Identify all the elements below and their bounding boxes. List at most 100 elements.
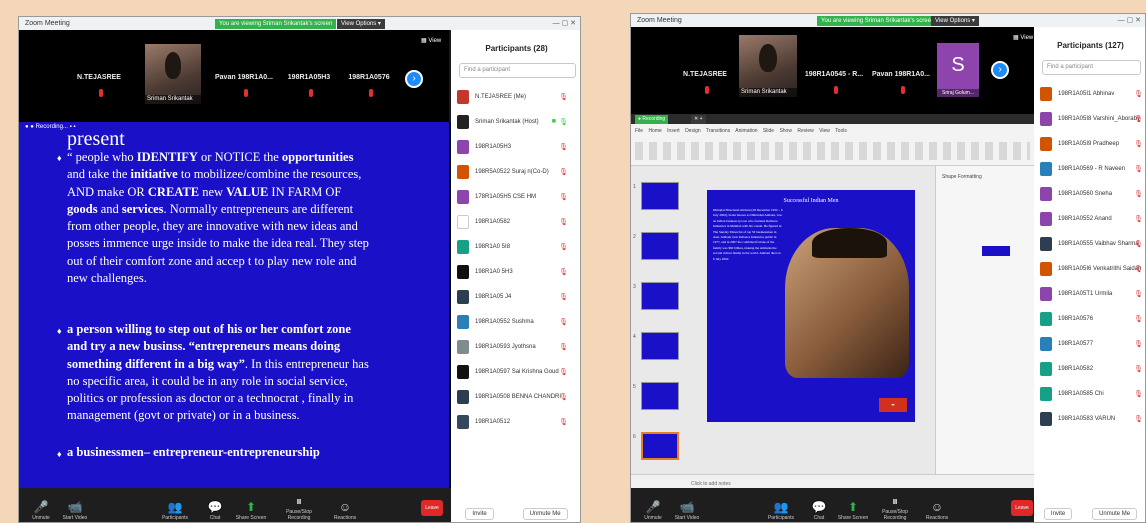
pause-recording-button[interactable]: ⏸ Pause/Stop Recording [279, 493, 319, 521]
participant-row[interactable]: 198R1A05H3 🎙 [451, 134, 580, 159]
slide-thumbnail[interactable] [641, 232, 679, 260]
participant-row[interactable]: 198R1A0582 🎙 [451, 209, 580, 234]
muted-mic-icon[interactable]: 🎙 [1134, 190, 1143, 198]
next-page-arrow-icon[interactable]: › [405, 70, 423, 88]
muted-mic-icon[interactable]: 🎙 [559, 318, 568, 326]
participant-row[interactable]: 198R5A0522 Suraj n(Co-D) 🎙 [451, 159, 580, 184]
muted-mic-icon[interactable]: 🎙 [559, 293, 568, 301]
participant-row[interactable]: 198R1A0 5H3 🎙 [451, 259, 580, 284]
invite-button[interactable]: Invite [1043, 508, 1073, 520]
window-controls[interactable]: — ▢ ✕ [1118, 14, 1141, 27]
mic-icon[interactable]: 🎙 [559, 118, 568, 126]
video-tile-avatar[interactable]: S Sriraj Golum... [937, 43, 979, 97]
slide-thumbnail[interactable] [641, 282, 679, 310]
video-tile[interactable]: Pavan 198R1A0... [211, 50, 277, 105]
reactions-button[interactable]: ☺ Reactions [325, 499, 365, 521]
participant-row[interactable]: 198R1A05T1 Urmila 🎙 [1034, 281, 1145, 306]
participant-row[interactable]: 198R1A0577 🎙 [1034, 331, 1145, 356]
participant-row[interactable]: 178R1A05H5 CSE HM 🎙 [451, 184, 580, 209]
muted-mic-icon[interactable]: 🎙 [1134, 90, 1143, 98]
participant-row[interactable]: 198R1A05I1 Abhinav 🎙 [1034, 81, 1145, 106]
video-tile[interactable]: N.TEJASREE [69, 50, 129, 105]
unmute-me-button[interactable]: Unmute Me [1092, 508, 1138, 520]
participant-row[interactable]: 198R1A0585 Chi 🎙 [1034, 381, 1145, 406]
muted-mic-icon[interactable]: 🎙 [559, 243, 568, 251]
video-tile-active[interactable]: Sriman Srikantak [145, 44, 201, 104]
muted-mic-icon[interactable]: 🎙 [559, 93, 568, 101]
muted-mic-icon[interactable]: 🎙 [559, 368, 568, 376]
ribbon-tools[interactable] [635, 142, 1030, 160]
unmute-me-button[interactable]: Unmute Me [522, 508, 568, 520]
start-video-button[interactable]: 📹 Start Video [667, 499, 707, 521]
ribbon-menu[interactable]: File Home Insert Design Transitions Anim… [635, 128, 847, 134]
muted-mic-icon[interactable]: 🎙 [1134, 365, 1143, 373]
participant-row[interactable]: 198R1A0555 Vaibhav Sharma 🎙 [1034, 231, 1145, 256]
participant-row[interactable]: 198R1A0569 - R Naveen 🎙 [1034, 156, 1145, 181]
participant-row[interactable]: 198R1A05I9 Pradheep 🎙 [1034, 131, 1145, 156]
video-tile[interactable]: Pavan 198R1A0... [869, 47, 933, 102]
participant-row[interactable]: 198R1A0597 Sai Krishna Goud 🎙 [451, 359, 580, 384]
participant-row[interactable]: 198R1A0552 Sushma 🎙 [451, 309, 580, 334]
muted-mic-icon[interactable]: 🎙 [559, 143, 568, 151]
muted-mic-icon[interactable]: 🎙 [1134, 115, 1143, 123]
video-tile[interactable]: 198R1A0576 [339, 50, 399, 105]
next-page-arrow-icon[interactable]: › [991, 61, 1009, 79]
muted-mic-icon[interactable]: 🎙 [1134, 390, 1143, 398]
muted-mic-icon[interactable]: 🎙 [559, 193, 568, 201]
muted-mic-icon[interactable]: 🎙 [1134, 315, 1143, 323]
muted-mic-icon[interactable]: 🎙 [559, 418, 568, 426]
muted-mic-icon[interactable]: 🎙 [1134, 340, 1143, 348]
participant-row[interactable]: 198R1A05I6 Venkatrithi Saidan 🎙 [1034, 256, 1145, 281]
slide-thumbnail-selected[interactable] [641, 432, 679, 460]
muted-mic-icon[interactable]: 🎙 [1134, 240, 1143, 248]
participant-row[interactable]: 198R1A0508 BENNA CHANDRI 🎙 [451, 384, 580, 409]
muted-mic-icon[interactable]: 🎙 [559, 168, 568, 176]
muted-mic-icon[interactable]: 🎙 [1134, 290, 1143, 298]
participant-row[interactable]: 198R1A0560 Sneha 🎙 [1034, 181, 1145, 206]
participant-row[interactable]: N.TEJASREE (Me) 🎙 [451, 84, 580, 109]
share-screen-button[interactable]: ⬆ Share Screen [231, 499, 271, 521]
view-button[interactable]: ▦ View [421, 37, 441, 44]
find-participant-input[interactable]: Find a participant [459, 63, 576, 78]
muted-mic-icon[interactable]: 🎙 [1134, 165, 1143, 173]
slide-thumbnail[interactable] [641, 332, 679, 360]
chat-button[interactable]: 💬 Chat [195, 499, 235, 521]
muted-mic-icon[interactable]: 🎙 [559, 343, 568, 351]
find-participant-input[interactable]: Find a participant [1042, 60, 1141, 75]
leave-button[interactable]: Leave [1011, 500, 1033, 516]
muted-mic-icon[interactable]: 🎙 [1134, 140, 1143, 148]
video-tile-active[interactable]: Sriman Srikantak [739, 35, 797, 97]
muted-mic-icon[interactable]: 🎙 [1134, 215, 1143, 223]
share-screen-button[interactable]: ⬆ Share Screen [833, 499, 873, 521]
pause-recording-button[interactable]: ⏸ Pause/Stop Recording [875, 493, 915, 521]
participants-button[interactable]: 👥 Participants [761, 499, 801, 521]
notes-placeholder[interactable]: Click to add notes [691, 481, 731, 487]
leave-button[interactable]: Leave [421, 500, 443, 516]
document-tab[interactable]: ✕ + [691, 115, 706, 124]
window-controls[interactable]: — ▢ ✕ [553, 17, 576, 30]
invite-button[interactable]: Invite [465, 508, 494, 520]
participants-button[interactable]: 👥 Participants [155, 499, 195, 521]
participant-row[interactable]: 198R1A0 5I8 🎙 [451, 234, 580, 259]
participant-row[interactable]: 198R1A0552 Anand 🎙 [1034, 206, 1145, 231]
start-video-button[interactable]: 📹 Start Video [55, 499, 95, 521]
participant-row[interactable]: 198R1A0512 🎙 [451, 409, 580, 434]
muted-mic-icon[interactable]: 🎙 [559, 218, 568, 226]
muted-mic-icon[interactable]: 🎙 [559, 268, 568, 276]
participant-row[interactable]: 198R1A05I8 Varshini_Aboraby 🎙 [1034, 106, 1145, 131]
view-button[interactable]: ▦ View [1013, 34, 1033, 41]
participant-row[interactable]: 198R1A0593 Jyothsna 🎙 [451, 334, 580, 359]
video-tile[interactable]: 198R1A0545 - R... [801, 47, 867, 102]
slide-thumbnail[interactable] [641, 382, 679, 410]
muted-mic-icon[interactable]: 🎙 [1134, 265, 1143, 273]
participant-row[interactable]: 198R1A0582 🎙 [1034, 356, 1145, 381]
participant-row[interactable]: 198R1A0583 VARUN 🎙 [1034, 406, 1145, 431]
muted-mic-icon[interactable]: 🎙 [1134, 415, 1143, 423]
view-options-button[interactable]: View Options ▾ [931, 16, 979, 26]
next-arrow-icon[interactable]: ➡ [879, 398, 907, 412]
video-tile[interactable]: 198R1A05H3 [279, 50, 339, 105]
slide-thumbnail[interactable] [641, 182, 679, 210]
participant-row[interactable]: 198R1A0576 🎙 [1034, 306, 1145, 331]
fill-color-swatch[interactable] [982, 246, 1010, 256]
view-options-button[interactable]: View Options ▾ [337, 19, 385, 29]
